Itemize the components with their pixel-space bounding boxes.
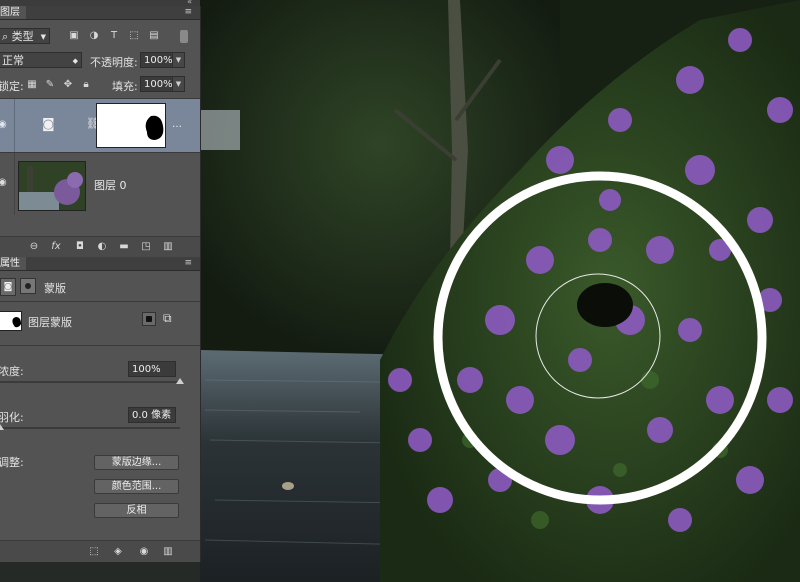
pixel-mask-icon[interactable] xyxy=(20,278,36,294)
link-icon[interactable]: ⊖ xyxy=(28,241,40,253)
eye-icon[interactable]: ◉ xyxy=(0,177,7,188)
trash-icon[interactable]: ▥ xyxy=(162,546,174,558)
properties-panel: 属性 ≡ ◙ 蒙版 图层蒙版 ⧉ 浓度: 100% 羽化: 0.0 像素 调整:… xyxy=(0,257,201,563)
panel-menu-icon[interactable]: ≡ xyxy=(184,6,192,19)
lock-label: 锁定: xyxy=(0,80,24,93)
layer-name-image[interactable]: 图层 0 xyxy=(94,177,127,193)
lock-all-icon[interactable]: 🔒︎ xyxy=(80,79,92,91)
eye-icon[interactable]: ◉ xyxy=(0,119,7,130)
lock-row: 锁定: ▦ ✎ ✥ 🔒︎ 填充: 100% ▼ xyxy=(0,76,200,94)
search-icon: ⌕ xyxy=(2,30,12,43)
filter-type-icon[interactable]: T xyxy=(108,30,120,42)
panel-menu-icon[interactable]: ≡ xyxy=(184,257,192,270)
blend-mode-label: 正常 xyxy=(2,54,24,67)
tab-layers[interactable]: 图层 xyxy=(0,6,26,19)
blend-mode-dropdown[interactable]: 正常 ◆ xyxy=(0,52,82,68)
chevron-down-icon: ◆ xyxy=(72,57,78,65)
adjustment-icon[interactable]: ◐ xyxy=(96,241,108,253)
mask-type-row: ◙ 蒙版 xyxy=(0,277,200,299)
mask-edge-button[interactable]: 蒙版边缘... xyxy=(94,455,179,470)
density-slider-track[interactable] xyxy=(0,381,180,383)
filter-kind-label: 类型 xyxy=(11,30,34,43)
adjustment-mode-icon[interactable]: ◙ xyxy=(0,278,16,296)
refine-label: 调整: xyxy=(0,456,24,469)
lock-position-icon[interactable]: ✥ xyxy=(62,79,74,91)
density-slider-thumb[interactable] xyxy=(176,378,184,384)
opacity-input[interactable]: 100% xyxy=(140,52,173,68)
add-mask-icon[interactable]: ◘ xyxy=(74,241,86,253)
apply-mask-icon[interactable]: ◈ xyxy=(112,546,124,558)
apply-vector-mask-icon[interactable]: ⧉ xyxy=(163,311,172,326)
layer-row-image[interactable]: ◉ 图层 0 xyxy=(0,153,200,215)
layers-bottom-bar: ⊖ fx ◘ ◐ ▬ ◳ ▥ xyxy=(0,236,200,257)
properties-tab-bar: 属性 ≡ xyxy=(0,257,200,271)
density-label: 浓度: xyxy=(0,365,24,378)
filter-smart-object-icon[interactable]: ▤ xyxy=(148,30,160,42)
layer-row-adjustment[interactable]: ◉ ◙ ⛓ … xyxy=(0,99,200,152)
feather-slider-track[interactable] xyxy=(0,427,180,429)
filter-toggle[interactable] xyxy=(180,30,188,43)
layer-mask-row: 图层蒙版 ⧉ xyxy=(0,309,200,333)
fill-dropdown-arrow[interactable]: ▼ xyxy=(172,76,185,92)
filter-adjustment-icon[interactable]: ◑ xyxy=(88,30,100,42)
tab-properties[interactable]: 属性 xyxy=(0,257,26,270)
feather-label: 羽化: xyxy=(0,411,24,424)
feather-input[interactable]: 0.0 像素 xyxy=(128,407,176,423)
layers-panel: 图层 ≡ ⌕ 类型 ▼ ▣ ◑ T ⬚ ▤ 正常 ◆ 不透明度: 100% ▼ … xyxy=(0,6,201,257)
panel-bottom-strip xyxy=(0,562,200,582)
load-selection-icon[interactable]: ⬚ xyxy=(88,546,100,558)
eye-icon[interactable]: ◉ xyxy=(138,546,150,558)
layer-separator xyxy=(14,99,15,152)
filter-kind-dropdown[interactable]: ⌕ 类型 ▼ xyxy=(0,28,50,44)
fx-icon[interactable]: fx xyxy=(50,241,62,253)
lock-image-icon[interactable]: ✎ xyxy=(44,79,56,91)
properties-bottom-bar: ⬚ ◈ ◉ ▥ xyxy=(0,540,200,563)
blend-row: 正常 ◆ 不透明度: 100% ▼ xyxy=(0,52,200,70)
select-mask-icon[interactable] xyxy=(142,312,156,326)
camera-adjustment-icon: ◙ xyxy=(42,117,55,132)
fill-input[interactable]: 100% xyxy=(140,76,173,92)
invert-button[interactable]: 反相 xyxy=(94,503,179,518)
layers-tab-bar: 图层 ≡ xyxy=(0,6,200,20)
opacity-label: 不透明度: xyxy=(90,56,138,69)
layer-separator xyxy=(14,153,15,215)
trash-icon[interactable]: ▥ xyxy=(162,241,174,253)
mask-preview-thumbnail xyxy=(0,311,22,331)
layer-mask-thumbnail[interactable] xyxy=(96,103,166,148)
density-input[interactable]: 100% xyxy=(128,361,176,377)
fill-label: 填充: xyxy=(112,80,138,93)
lock-transparent-icon[interactable]: ▦ xyxy=(26,79,38,91)
filter-pixel-icon[interactable]: ▣ xyxy=(68,30,80,42)
mask-type-label: 蒙版 xyxy=(44,282,66,295)
color-range-button[interactable]: 颜色范围... xyxy=(94,479,179,494)
more-icon[interactable]: … xyxy=(172,119,182,130)
layer-mask-label: 图层蒙版 xyxy=(28,316,72,329)
layer-thumbnail[interactable] xyxy=(18,161,86,211)
filter-row: ⌕ 类型 ▼ ▣ ◑ T ⬚ ▤ xyxy=(0,28,200,46)
new-layer-icon[interactable]: ◳ xyxy=(140,241,152,253)
opacity-dropdown-arrow[interactable]: ▼ xyxy=(172,52,185,68)
chevron-down-icon: ▼ xyxy=(40,33,46,41)
filter-shape-icon[interactable]: ⬚ xyxy=(128,30,140,42)
feather-slider-thumb[interactable] xyxy=(0,424,4,430)
group-icon[interactable]: ▬ xyxy=(118,241,130,253)
